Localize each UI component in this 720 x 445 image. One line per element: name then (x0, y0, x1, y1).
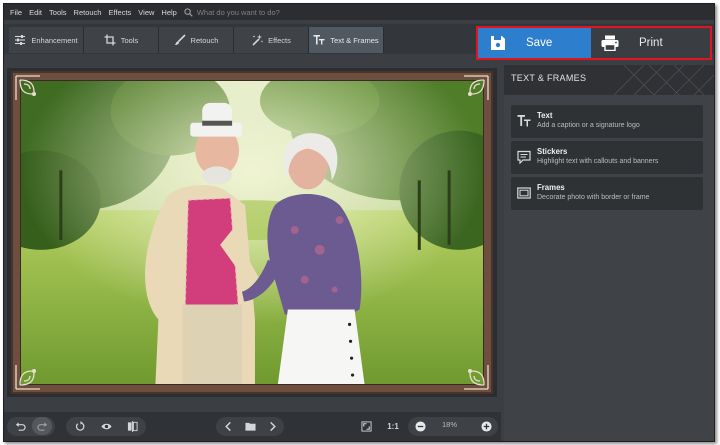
tab-label: Tools (120, 35, 139, 45)
menu-effects[interactable]: Effects (105, 8, 134, 17)
tab-enhancement[interactable]: Enhancement (9, 27, 84, 53)
text-icon (517, 115, 531, 127)
folder-icon (244, 422, 256, 431)
panel-item-description: Add a caption or a signature logo (537, 122, 640, 129)
rotate-icon (75, 420, 84, 431)
undo-icon (15, 421, 26, 431)
frame-corner-ornament-icon (15, 365, 40, 390)
redo-button[interactable] (32, 417, 52, 435)
panel-item-stickers[interactable]: Stickers Highlight text with callouts an… (511, 141, 703, 174)
chevron-right-icon (269, 421, 276, 431)
redo-icon (36, 421, 47, 431)
frame-icon (517, 187, 531, 199)
save-button[interactable]: Save (478, 28, 591, 58)
undo-button[interactable] (10, 417, 30, 435)
plus-circle-icon (480, 420, 492, 432)
preview-button[interactable] (95, 417, 117, 435)
crop-icon (104, 34, 116, 46)
decor-pattern (613, 65, 714, 95)
tab-tools[interactable]: Tools (84, 27, 159, 53)
photo-scene (21, 81, 483, 384)
search-input[interactable] (196, 7, 347, 17)
panel-header: TEXT & FRAMES (504, 65, 714, 95)
menu-file[interactable]: File (7, 8, 25, 17)
menu-bar: File Edit Tools Retouch Effects View Hel… (4, 4, 714, 20)
menu-edit[interactable]: Edit (26, 8, 45, 17)
actual-size-button[interactable]: 1:1 (382, 417, 404, 435)
eye-icon (100, 423, 112, 429)
printer-icon (601, 35, 619, 51)
open-folder-button[interactable] (240, 417, 260, 435)
sliders-icon (15, 35, 26, 45)
search-box (184, 7, 347, 17)
panel-title: TEXT & FRAMES (511, 73, 587, 83)
panel-item-frames[interactable]: Frames Decorate photo with border or fra… (511, 177, 703, 210)
photo-canvas[interactable] (7, 68, 497, 397)
print-label: Print (639, 37, 663, 49)
zoom-out-button[interactable] (410, 417, 430, 435)
frame-corner-ornament-icon (15, 75, 40, 100)
app-window: File Edit Tools Retouch Effects View Hel… (3, 3, 715, 442)
frame-corner-ornament-icon (464, 75, 489, 100)
sticker-icon (517, 150, 531, 164)
right-panel: TEXT & FRAMES Text Add a caption or a si… (504, 65, 714, 441)
photo-image (20, 80, 484, 385)
tab-label: Enhancement (31, 35, 78, 45)
menu-view[interactable]: View (135, 8, 157, 17)
search-icon (184, 7, 193, 17)
fit-screen-icon (360, 420, 372, 432)
print-button[interactable]: Print (591, 28, 710, 58)
zoom-in-button[interactable] (476, 417, 496, 435)
tab-label: Retouch (190, 35, 219, 45)
compare-button[interactable] (121, 417, 143, 435)
panel-item-title: Text (537, 111, 553, 120)
rotate-button[interactable] (69, 417, 91, 435)
framed-photo[interactable] (11, 71, 493, 394)
menu-tools[interactable]: Tools (46, 8, 70, 17)
tab-text-frames[interactable]: Text & Frames (309, 27, 384, 53)
panel-item-text[interactable]: Text Add a caption or a signature logo (511, 105, 703, 138)
save-print-group: Save Print (476, 26, 712, 60)
text-icon (313, 35, 325, 45)
panel-item-description: Decorate photo with border or frame (537, 194, 650, 201)
panel-item-title: Frames (537, 183, 565, 192)
floppy-disk-icon (491, 36, 505, 50)
panel-item-description: Highlight text with callouts and banners (537, 158, 659, 165)
chevron-left-icon (224, 421, 231, 431)
minus-circle-icon (414, 420, 426, 432)
magic-wand-icon (252, 34, 263, 46)
tab-label: Effects (268, 35, 291, 45)
tab-label: Text & Frames (330, 35, 379, 45)
menu-retouch[interactable]: Retouch (71, 8, 105, 17)
tab-retouch[interactable]: Retouch (159, 27, 234, 53)
bottom-toolbar: 1:1 18% (4, 412, 501, 441)
previous-photo-button[interactable] (218, 417, 238, 435)
panel-item-title: Stickers (537, 147, 568, 156)
compare-icon (127, 420, 138, 432)
tab-effects[interactable]: Effects (234, 27, 309, 53)
fit-to-screen-button[interactable] (356, 417, 376, 435)
next-photo-button[interactable] (262, 417, 282, 435)
save-label: Save (526, 37, 553, 49)
brush-icon (174, 34, 186, 45)
frame-corner-ornament-icon (464, 365, 489, 390)
zoom-level: 18% (442, 420, 458, 429)
menu-help[interactable]: Help (158, 8, 179, 17)
